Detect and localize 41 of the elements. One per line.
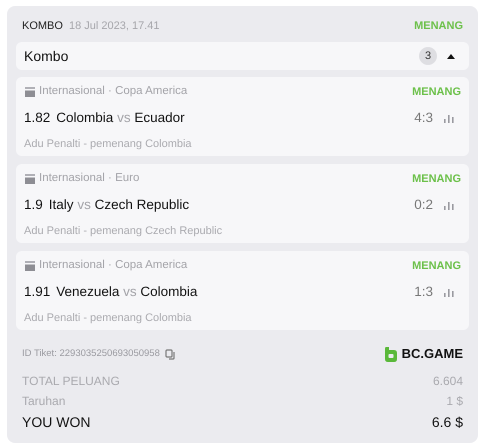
match-status: MENANG [412, 258, 461, 274]
combo-bar[interactable]: Kombo 3 [16, 42, 469, 70]
total-value: 6.6 $ [432, 413, 463, 432]
brand-logo-icon [384, 346, 398, 362]
fifa-logo-icon [24, 86, 36, 98]
score: 1:3 [414, 282, 433, 301]
market-label: Adu Penalti - pemenang Colombia [24, 311, 193, 326]
stats-icon[interactable] [443, 113, 455, 123]
ticket-id: ID Tiket: 2293035250693050958 [22, 346, 160, 361]
score: 0:2 [414, 196, 433, 214]
total-label: TOTAL PELUANG [22, 372, 120, 390]
league-label: Internasional · Copa America [39, 258, 188, 274]
market-label: Adu Penalti - pemenang Colombia [24, 137, 193, 152]
match-status: MENANG [412, 84, 461, 100]
total-label: Taruhan [22, 392, 66, 410]
bet-date: 18 Jul 2023, 17.41 [68, 18, 160, 34]
total-value: 6.604 [432, 372, 463, 390]
total-label: YOU WON [22, 413, 90, 432]
count-badge: 3 [419, 47, 437, 65]
teams-label: Italy vs Czech Republic [48, 196, 190, 214]
odds: 1.9 [24, 196, 43, 214]
fifa-logo-icon [24, 260, 36, 272]
teams-label: Venezuela vs Colombia [56, 282, 198, 301]
bet-type: KOMBO [22, 18, 63, 34]
brand-name: BC.GAME [402, 345, 463, 364]
league-label: Internasional · Copa America [39, 84, 188, 100]
score: 4:3 [414, 108, 433, 127]
teams-label: Colombia vs Ecuador [56, 108, 185, 127]
collapse-caret-icon[interactable] [447, 54, 455, 58]
stats-icon[interactable] [443, 287, 455, 297]
fifa-logo-icon [24, 173, 36, 185]
market-label: Adu Penalti - pemenang Czech Republic [24, 224, 224, 239]
match-status: MENANG [412, 172, 461, 187]
odds: 1.91 [24, 282, 50, 301]
league-label: Internasional · Euro [39, 171, 140, 186]
combo-title: Kombo [24, 46, 68, 66]
total-value: 1 $ [446, 392, 463, 410]
odds: 1.82 [24, 108, 50, 127]
bet-status: MENANG [414, 18, 463, 34]
stats-icon[interactable] [443, 200, 455, 210]
copy-icon[interactable] [164, 348, 176, 360]
